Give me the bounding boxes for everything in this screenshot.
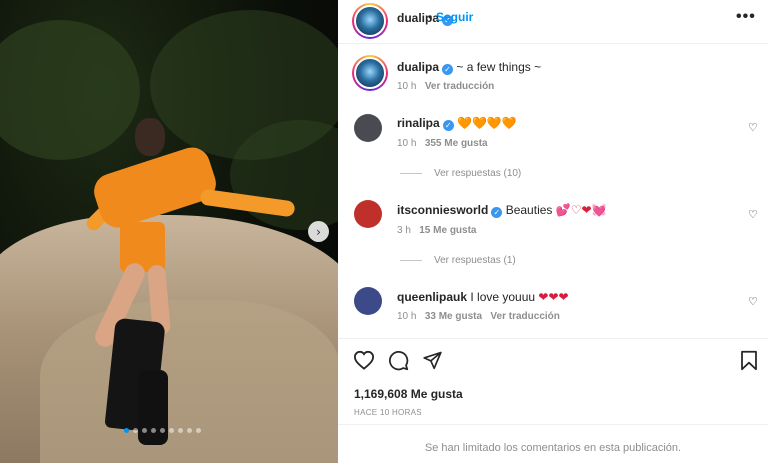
verified-icon: ✓	[491, 207, 503, 218]
carousel-dot	[160, 428, 165, 433]
verified-icon: ✓	[442, 64, 454, 75]
follow-button[interactable]: Seguir	[436, 10, 473, 24]
post-view: › dualipa ✓ • Seguir ••• dualipa ✓ ~ a few…	[0, 0, 768, 463]
avatar[interactable]	[354, 200, 382, 228]
carousel-dot	[187, 428, 192, 433]
comment: itsconniesworld ✓ Beauties 💕♡❤💓	[397, 203, 606, 218]
rock	[40, 300, 338, 463]
caption-text: ~ a few things ~	[456, 60, 542, 74]
person-head	[135, 118, 165, 156]
share-icon[interactable]	[422, 350, 443, 370]
carousel-next-button[interactable]: ›	[308, 221, 329, 242]
comment: queenlipauk I love youuu ❤❤❤	[397, 290, 569, 304]
carousel-dot	[124, 428, 129, 433]
comment-time[interactable]: 10 h	[397, 311, 416, 322]
separator: •	[428, 10, 433, 24]
avatar[interactable]	[352, 55, 388, 91]
comment-meta: 10 h 355 Me gusta	[397, 138, 488, 149]
like-heart-icon[interactable]	[353, 350, 375, 370]
caption: dualipa ✓ ~ a few things ~	[397, 60, 541, 75]
comment-likes[interactable]: 15 Me gusta	[419, 225, 476, 236]
post-time[interactable]: HACE 10 HORAS	[354, 408, 422, 417]
more-options-icon[interactable]: •••	[736, 8, 756, 26]
carousel-dot	[178, 428, 183, 433]
comment-emoji: 💕♡❤💓	[555, 203, 607, 217]
comment-icon[interactable]	[388, 350, 409, 371]
chevron-right-icon: ›	[316, 224, 321, 239]
carousel-dots	[124, 428, 201, 433]
comment-likes[interactable]: 355 Me gusta	[425, 138, 488, 149]
view-replies-button[interactable]: Ver respuestas (1)	[400, 255, 516, 266]
comments-limited-notice: Se han limitado los comentarios en esta …	[338, 424, 768, 463]
comment-username[interactable]: itsconniesworld	[397, 203, 488, 217]
verified-icon: ✓	[442, 120, 454, 131]
comment-time[interactable]: 3 h	[397, 225, 411, 236]
foliage	[0, 20, 140, 160]
comment-meta: 3 h 15 Me gusta	[397, 225, 477, 236]
view-replies-button[interactable]: Ver respuestas (10)	[400, 168, 521, 179]
post-panel: dualipa ✓ • Seguir ••• dualipa ✓ ~ a few t…	[338, 0, 768, 463]
comment-text: I love youuu	[470, 290, 539, 304]
comment-username[interactable]: rinalipa	[397, 116, 440, 130]
carousel-dot	[151, 428, 156, 433]
person-boot	[138, 370, 168, 445]
avatar[interactable]	[352, 3, 388, 39]
avatar[interactable]	[354, 114, 382, 142]
comment-emoji: ❤❤❤	[538, 290, 569, 304]
caption-meta: 10 h Ver traducción	[397, 81, 494, 92]
bookmark-icon[interactable]	[740, 350, 758, 371]
post-photo[interactable]: ›	[0, 0, 338, 463]
like-comment-icon[interactable]: ♡	[748, 121, 758, 134]
comment-text: Beauties	[505, 203, 556, 217]
comment-time[interactable]: 10 h	[397, 138, 416, 149]
carousel-dot	[169, 428, 174, 433]
comment-meta: 10 h 33 Me gusta Ver traducción	[397, 311, 560, 322]
comment: rinalipa ✓ 🧡🧡🧡🧡	[397, 116, 517, 131]
carousel-dot	[133, 428, 138, 433]
post-header: dualipa ✓ • Seguir •••	[338, 0, 768, 44]
comment-emoji: 🧡🧡🧡🧡	[457, 116, 517, 130]
carousel-dot	[142, 428, 147, 433]
like-comment-icon[interactable]: ♡	[748, 295, 758, 308]
caption-time[interactable]: 10 h	[397, 81, 416, 92]
translate-link[interactable]: Ver traducción	[425, 81, 494, 92]
likes-count[interactable]: 1,169,608 Me gusta	[354, 387, 463, 401]
caption-username[interactable]: dualipa	[397, 60, 439, 74]
view-replies-label: Ver respuestas (1)	[434, 255, 516, 266]
divider	[338, 338, 768, 339]
translate-link[interactable]: Ver traducción	[490, 311, 559, 322]
view-replies-label: Ver respuestas (10)	[434, 168, 522, 179]
avatar[interactable]	[354, 287, 382, 315]
comment-username[interactable]: queenlipauk	[397, 290, 467, 304]
like-comment-icon[interactable]: ♡	[748, 208, 758, 221]
carousel-dot	[196, 428, 201, 433]
comment-likes[interactable]: 33 Me gusta	[425, 311, 482, 322]
author-name[interactable]: dualipa	[397, 11, 439, 25]
